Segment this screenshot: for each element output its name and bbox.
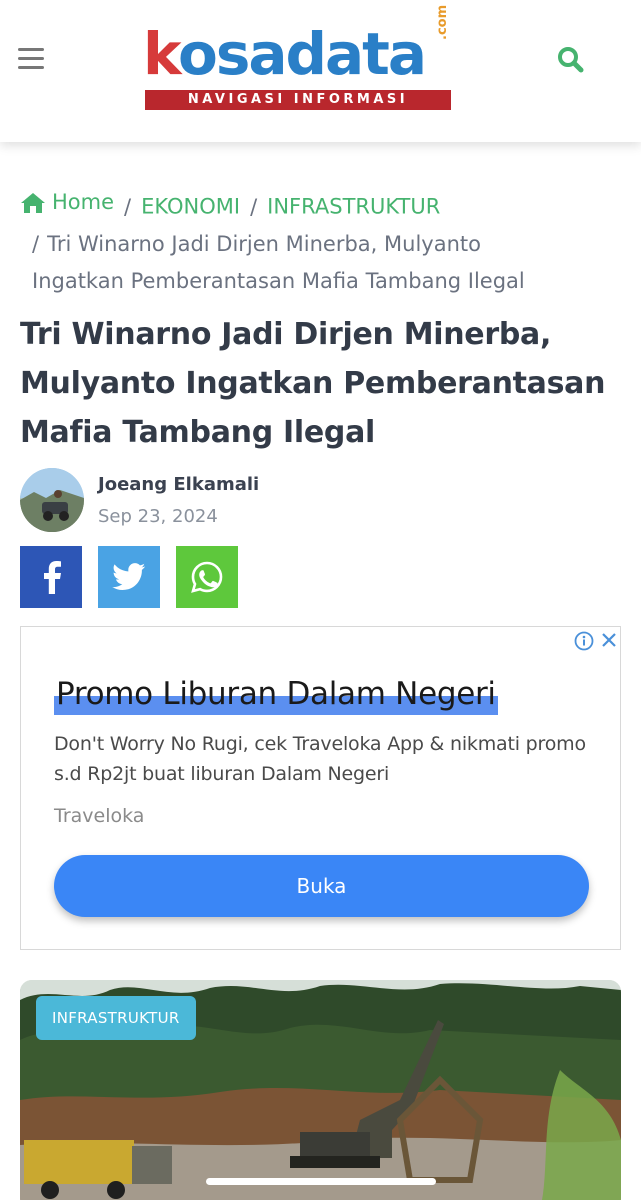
logo-tagline: NAVIGASI INFORMASI — [145, 90, 451, 110]
post-date: Sep 23, 2024 — [98, 506, 218, 527]
whatsapp-icon — [191, 561, 223, 593]
share-twitter-button[interactable] — [98, 546, 160, 608]
breadcrumb-current-line2: Ingatkan Pemberantasan Mafia Tambang Ile… — [32, 268, 525, 293]
logo-dotcom: .com — [435, 4, 450, 40]
author-avatar[interactable] — [20, 468, 84, 532]
breadcrumb-separator: / — [124, 194, 132, 219]
author-name[interactable]: Joeang Elkamali — [98, 474, 259, 495]
breadcrumb-home-label: Home — [52, 190, 115, 214]
ad-headline[interactable]: Promo Liburan Dalam Negeri — [54, 673, 498, 715]
share-facebook-button[interactable] — [20, 546, 82, 608]
breadcrumb-home[interactable]: Home — [20, 184, 114, 221]
home-indicator[interactable] — [206, 1178, 436, 1185]
breadcrumb-category[interactable]: EKONOMI — [141, 195, 240, 219]
breadcrumb-current-line1: Tri Winarno Jadi Dirjen Minerba, Mulyant… — [47, 231, 481, 256]
site-logo[interactable]: kosadata .com NAVIGASI INFORMASI — [143, 5, 455, 114]
ad-body[interactable]: Don't Worry No Rugi, cek Traveloka App &… — [54, 729, 594, 789]
breadcrumb-subcategory[interactable]: INFRASTRUKTUR — [267, 195, 440, 219]
breadcrumb: Home / EKONOMI / INFRASTRUKTUR / Tri Winarno… — [20, 184, 620, 300]
search-icon[interactable] — [555, 44, 587, 76]
close-icon[interactable] — [599, 630, 619, 650]
ad-advertiser[interactable]: Traveloka — [54, 805, 144, 827]
home-icon — [21, 192, 45, 213]
featured-image[interactable]: INFRASTRUKTUR — [20, 980, 621, 1200]
site-header: kosadata .com NAVIGASI INFORMASI — [0, 0, 641, 142]
share-whatsapp-button[interactable] — [176, 546, 238, 608]
breadcrumb-separator: / — [32, 231, 40, 256]
article-title: Tri Winarno Jadi Dirjen Minerba, Mulyant… — [20, 317, 606, 450]
facebook-icon — [44, 561, 61, 594]
breadcrumb-separator: / — [250, 194, 258, 219]
advertisement[interactable]: Promo Liburan Dalam Negeri Don't Worry N… — [20, 626, 621, 950]
twitter-icon — [112, 563, 146, 591]
logo-wordmark: kosadata — [143, 20, 427, 88]
hamburger-menu-icon[interactable] — [18, 48, 44, 70]
info-icon[interactable] — [574, 631, 594, 651]
ad-open-button[interactable]: Buka — [54, 855, 589, 917]
category-badge[interactable]: INFRASTRUKTUR — [36, 996, 196, 1040]
